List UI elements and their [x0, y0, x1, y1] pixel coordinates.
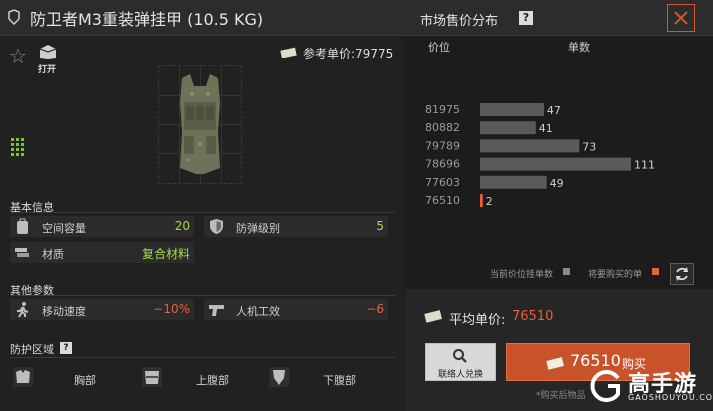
- item-title: 防卫者M3重装弹挂甲 (10.5 KG): [30, 10, 264, 29]
- contact-exchange-label[interactable]: 联络人兑换: [425, 367, 496, 380]
- money-icon: [546, 357, 564, 370]
- legend-to-buy: 将要购买的单: [588, 270, 643, 280]
- move-speed-value: −10%: [153, 302, 190, 316]
- pistol-icon: [209, 305, 224, 316]
- market-distribution-title: 市场售价分布: [420, 14, 499, 29]
- divider: [10, 212, 395, 213]
- bar: [480, 139, 580, 153]
- refresh-button[interactable]: [670, 263, 694, 285]
- price-tick-label: 80882: [425, 121, 460, 134]
- move-speed-label: 移动速度: [42, 305, 86, 318]
- average-price-value: 76510: [512, 309, 554, 324]
- bar-value-label: 49: [550, 177, 564, 190]
- reference-price: 参考单价:79775: [303, 45, 393, 62]
- armor-class-value: 5: [376, 219, 384, 233]
- chest-icon: [13, 367, 33, 387]
- open-box-icon[interactable]: [38, 44, 58, 60]
- price-tick-label: 76510: [425, 194, 460, 207]
- price-tick-label: 79789: [425, 139, 460, 152]
- reference-price-value: 79775: [355, 47, 394, 61]
- price-column-header: 价位: [428, 41, 450, 54]
- purchase-footnote: *购买后物品: [536, 391, 586, 401]
- lower-abdomen-icon: [269, 367, 289, 387]
- legend-current-orders: 当前价位挂单数: [490, 270, 554, 280]
- refresh-icon: [676, 267, 688, 281]
- bar-value-label: 2: [486, 195, 493, 208]
- shield-icon: [210, 219, 223, 234]
- bar-value-label: 111: [634, 159, 655, 172]
- zone-lower-abdomen-label: 下腹部: [323, 374, 356, 387]
- ergonomics-label: 人机工效: [236, 305, 280, 318]
- money-icon: [280, 47, 297, 58]
- capacity-value: 20: [174, 219, 190, 233]
- price-tick-label: 77603: [425, 176, 460, 189]
- bar: [480, 175, 547, 189]
- material-icon: [15, 248, 29, 257]
- legend-current-swatch: [563, 268, 570, 275]
- material-value: 复合材料: [141, 247, 190, 261]
- money-icon: [424, 310, 442, 323]
- watermark-subtext: GAOSHOUYOU.COM: [628, 393, 713, 402]
- grid-size-icon: [11, 138, 24, 156]
- search-icon: [453, 349, 467, 363]
- reference-price-label: 参考单价:: [303, 47, 356, 61]
- divider: [10, 295, 395, 296]
- running-icon: [17, 302, 29, 318]
- bar: [480, 121, 536, 135]
- close-icon: [674, 11, 688, 25]
- item-category-icon: [8, 9, 20, 25]
- units-column-header: 单数: [568, 41, 590, 54]
- price-distribution-chart: 81975 47 80882 41 79789 73 78696 111 77603 49 7651…: [425, 103, 655, 208]
- material-label: 材质: [42, 248, 64, 261]
- bar: [480, 157, 631, 171]
- bar: [480, 194, 483, 207]
- bar-value-label: 47: [547, 104, 561, 117]
- bar-value-label: 73: [582, 140, 596, 153]
- ergonomics-value: −6: [366, 302, 384, 316]
- help-icon[interactable]: ?: [519, 11, 533, 25]
- bar-value-label: 41: [539, 122, 553, 135]
- favorite-star-icon[interactable]: ☆: [9, 44, 27, 68]
- backpack-icon: [17, 218, 28, 234]
- open-button-label[interactable]: 打开: [38, 62, 56, 75]
- capacity-label: 空间容量: [42, 222, 86, 235]
- bar: [480, 103, 544, 116]
- legend-to-buy-swatch: [652, 268, 659, 275]
- zone-chest-label: 胸部: [74, 374, 96, 387]
- divider: [10, 357, 395, 358]
- armor-class-label: 防弹级别: [236, 222, 280, 235]
- price-tick-label: 81975: [425, 103, 460, 116]
- watermark-logo: [590, 370, 620, 402]
- average-price-label: 平均单价:: [449, 313, 506, 328]
- price-tick-label: 78696: [425, 158, 460, 171]
- help-icon[interactable]: ?: [60, 342, 72, 354]
- zone-upper-abdomen-label: 上腹部: [196, 374, 229, 387]
- upper-abdomen-icon: [142, 367, 162, 387]
- close-button[interactable]: [667, 4, 695, 32]
- armor-vest-image: [180, 74, 220, 174]
- protection-zones-heading: 防护区域: [10, 343, 54, 356]
